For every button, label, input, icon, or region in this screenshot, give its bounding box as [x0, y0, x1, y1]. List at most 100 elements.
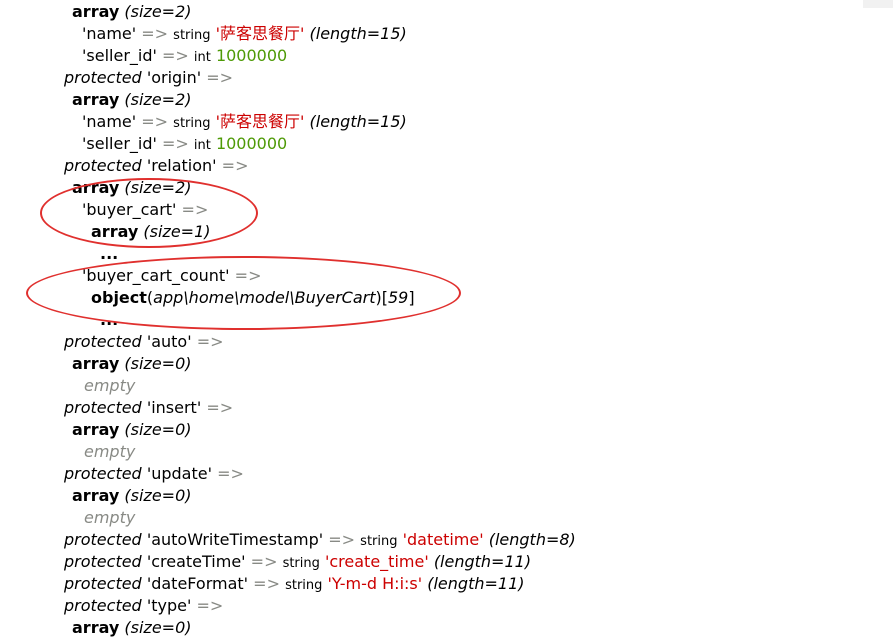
value-type: string: [282, 556, 320, 571]
type-keyword: object: [91, 288, 147, 307]
visibility-keyword: protected: [64, 530, 142, 549]
type-keyword: array: [72, 354, 120, 373]
length-meta: (length=8): [488, 530, 576, 549]
int-value: 1000000: [215, 134, 288, 153]
dump-line: protected 'createTime' => string 'create…: [64, 551, 531, 573]
dump-line: empty: [84, 375, 135, 397]
dump-line: 'name' => string '萨客思餐厅' (length=15): [82, 23, 407, 45]
type-meta: (size=0): [124, 486, 192, 505]
dump-line: array (size=0): [72, 485, 192, 507]
dump-line: ...: [100, 243, 118, 265]
type-meta: (size=2): [124, 90, 192, 109]
dump-line: 'name' => string '萨客思餐厅' (length=15): [82, 111, 407, 133]
arrow-operator: =>: [250, 552, 278, 571]
arrow-operator: =>: [161, 46, 189, 65]
array-key: 'seller_id': [82, 46, 157, 65]
dump-line: 'buyer_cart' =>: [82, 199, 208, 221]
value-type: int: [193, 138, 211, 153]
length-meta: (length=11): [433, 552, 532, 571]
type-keyword: array: [91, 222, 139, 241]
length-meta: (length=15): [309, 112, 407, 131]
arrow-operator: =>: [217, 464, 244, 483]
collapsed-ellipsis: ...: [100, 310, 119, 329]
type-keyword: array: [72, 90, 120, 109]
object-id: 59: [387, 288, 409, 307]
array-key: 'autoWriteTimestamp': [146, 530, 324, 549]
type-meta: (size=0): [124, 354, 192, 373]
type-meta: (size=0): [124, 618, 192, 637]
array-key: 'auto': [146, 332, 192, 351]
array-key: 'origin': [146, 68, 202, 87]
string-value: '萨客思餐厅': [215, 112, 305, 131]
int-value: 1000000: [215, 46, 288, 65]
arrow-operator: =>: [253, 574, 280, 593]
value-type: string: [173, 116, 211, 131]
length-meta: (length=15): [309, 24, 407, 43]
empty-label: empty: [84, 442, 136, 461]
dump-line: empty: [84, 507, 135, 529]
type-keyword: array: [72, 178, 120, 197]
empty-label: empty: [84, 508, 136, 527]
empty-label: empty: [84, 376, 136, 395]
array-key: 'buyer_cart': [82, 200, 177, 219]
value-type: string: [285, 578, 323, 593]
value-type: string: [173, 28, 211, 43]
type-meta: (size=0): [124, 420, 192, 439]
dump-line: protected 'insert' =>: [64, 397, 233, 419]
dump-line: array (size=2): [72, 1, 192, 23]
visibility-keyword: protected: [64, 464, 142, 483]
string-value: 'Y-m-d H:i:s': [327, 574, 423, 593]
dump-line: 'seller_id' => int 1000000: [82, 45, 287, 67]
arrow-operator: =>: [234, 266, 262, 285]
array-key: 'name': [82, 24, 137, 43]
collapsed-ellipsis: ...: [100, 244, 119, 263]
dump-line: 'buyer_cart_count' =>: [82, 265, 261, 287]
dump-line: empty: [84, 441, 135, 463]
dump-line: array (size=0): [72, 353, 192, 375]
visibility-keyword: protected: [64, 398, 142, 417]
visibility-keyword: protected: [64, 332, 142, 351]
dump-line: ...: [100, 309, 118, 331]
array-key: 'update': [146, 464, 212, 483]
dump-line: array (size=0): [72, 419, 192, 441]
arrow-operator: =>: [196, 596, 224, 615]
visibility-keyword: protected: [64, 156, 142, 175]
type-keyword: array: [72, 420, 120, 439]
array-key: 'dateFormat': [146, 574, 249, 593]
array-key: 'type': [146, 596, 192, 615]
arrow-operator: =>: [161, 134, 189, 153]
object-class: app\home\model\BuyerCart: [153, 288, 376, 307]
visibility-keyword: protected: [64, 68, 142, 87]
dump-line: protected 'relation' =>: [64, 155, 248, 177]
array-key: 'name': [82, 112, 137, 131]
arrow-operator: =>: [181, 200, 209, 219]
array-key: 'buyer_cart_count': [82, 266, 230, 285]
arrow-operator: =>: [141, 112, 169, 131]
type-meta: (size=2): [124, 178, 192, 197]
value-type: string: [360, 534, 398, 549]
dump-line: object(app\home\model\BuyerCart)[59]: [91, 288, 415, 307]
array-key: 'insert': [146, 398, 202, 417]
visibility-keyword: protected: [64, 596, 142, 615]
dump-line: array (size=1): [91, 221, 211, 243]
type-meta: (size=1): [143, 222, 211, 241]
arrow-operator: =>: [221, 156, 249, 175]
arrow-operator: =>: [196, 332, 224, 351]
value-type: int: [193, 50, 211, 65]
string-value: '萨客思餐厅': [215, 24, 305, 43]
dump-line: array (size=2): [72, 177, 192, 199]
type-keyword: array: [72, 618, 120, 637]
arrow-operator: =>: [328, 530, 356, 549]
dump-line: 'seller_id' => int 1000000: [82, 133, 287, 155]
scrollbar[interactable]: [863, 0, 893, 8]
array-key: 'relation': [146, 156, 217, 175]
dump-line: protected 'dateFormat' => string 'Y-m-d …: [64, 573, 524, 595]
dump-line: protected 'origin' =>: [64, 67, 233, 89]
arrow-operator: =>: [206, 398, 234, 417]
dump-line: protected 'autoWriteTimestamp' => string…: [64, 529, 576, 551]
string-value: 'datetime': [402, 530, 484, 549]
dump-line: array (size=0): [72, 617, 192, 639]
arrow-operator: =>: [206, 68, 234, 87]
dump-line: protected 'auto' =>: [64, 331, 224, 353]
array-key: 'createTime': [146, 552, 246, 571]
